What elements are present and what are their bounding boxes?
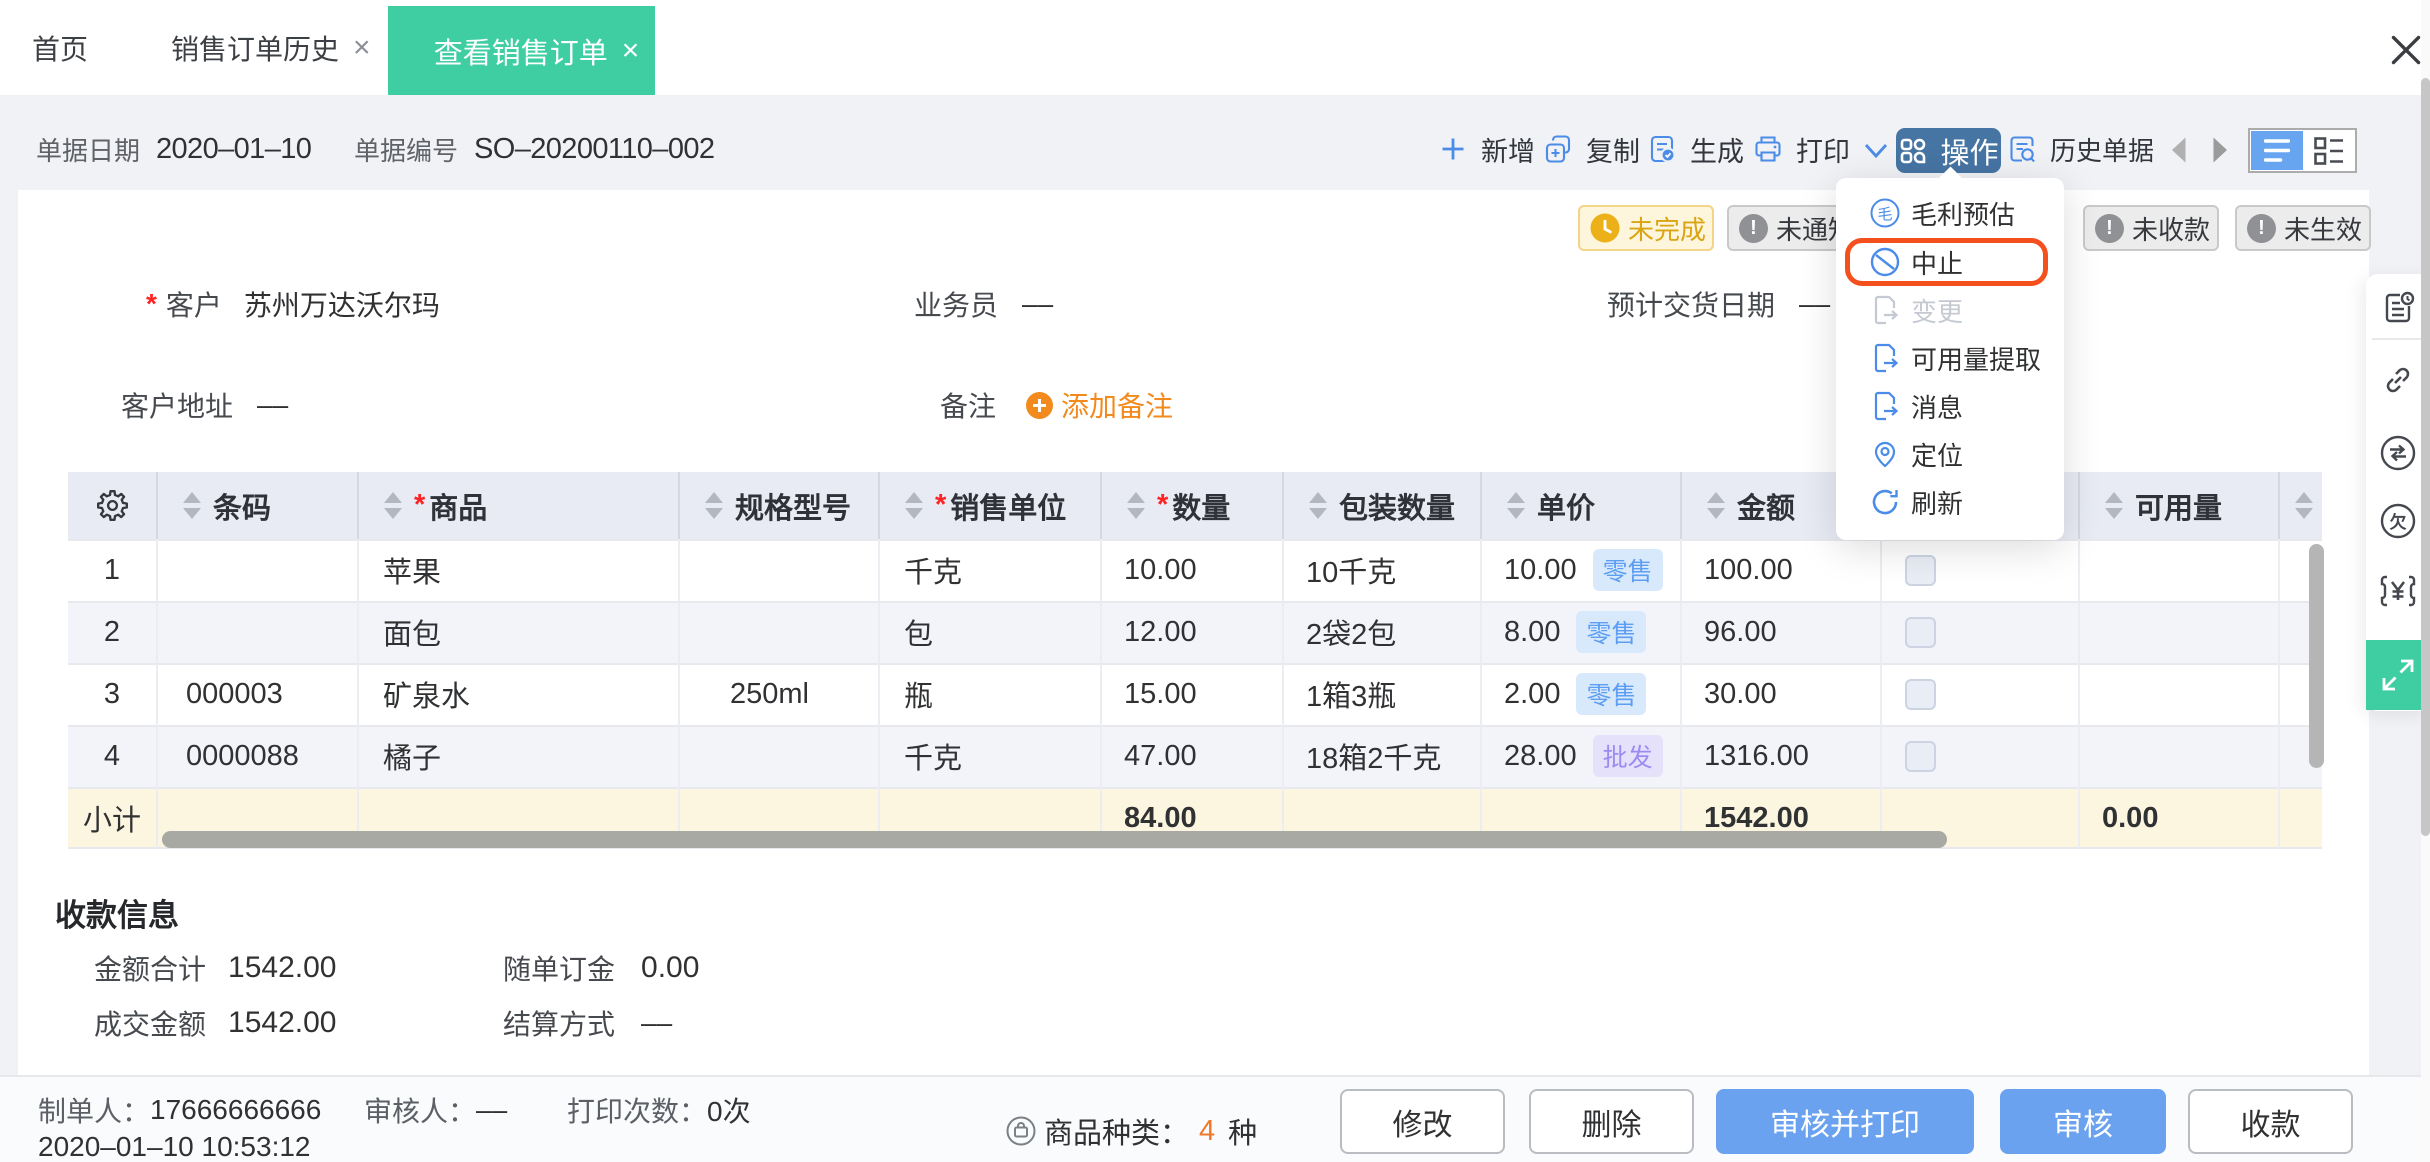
svg-text:欠: 欠 xyxy=(2390,512,2407,532)
svg-text:毛: 毛 xyxy=(1877,206,1892,223)
